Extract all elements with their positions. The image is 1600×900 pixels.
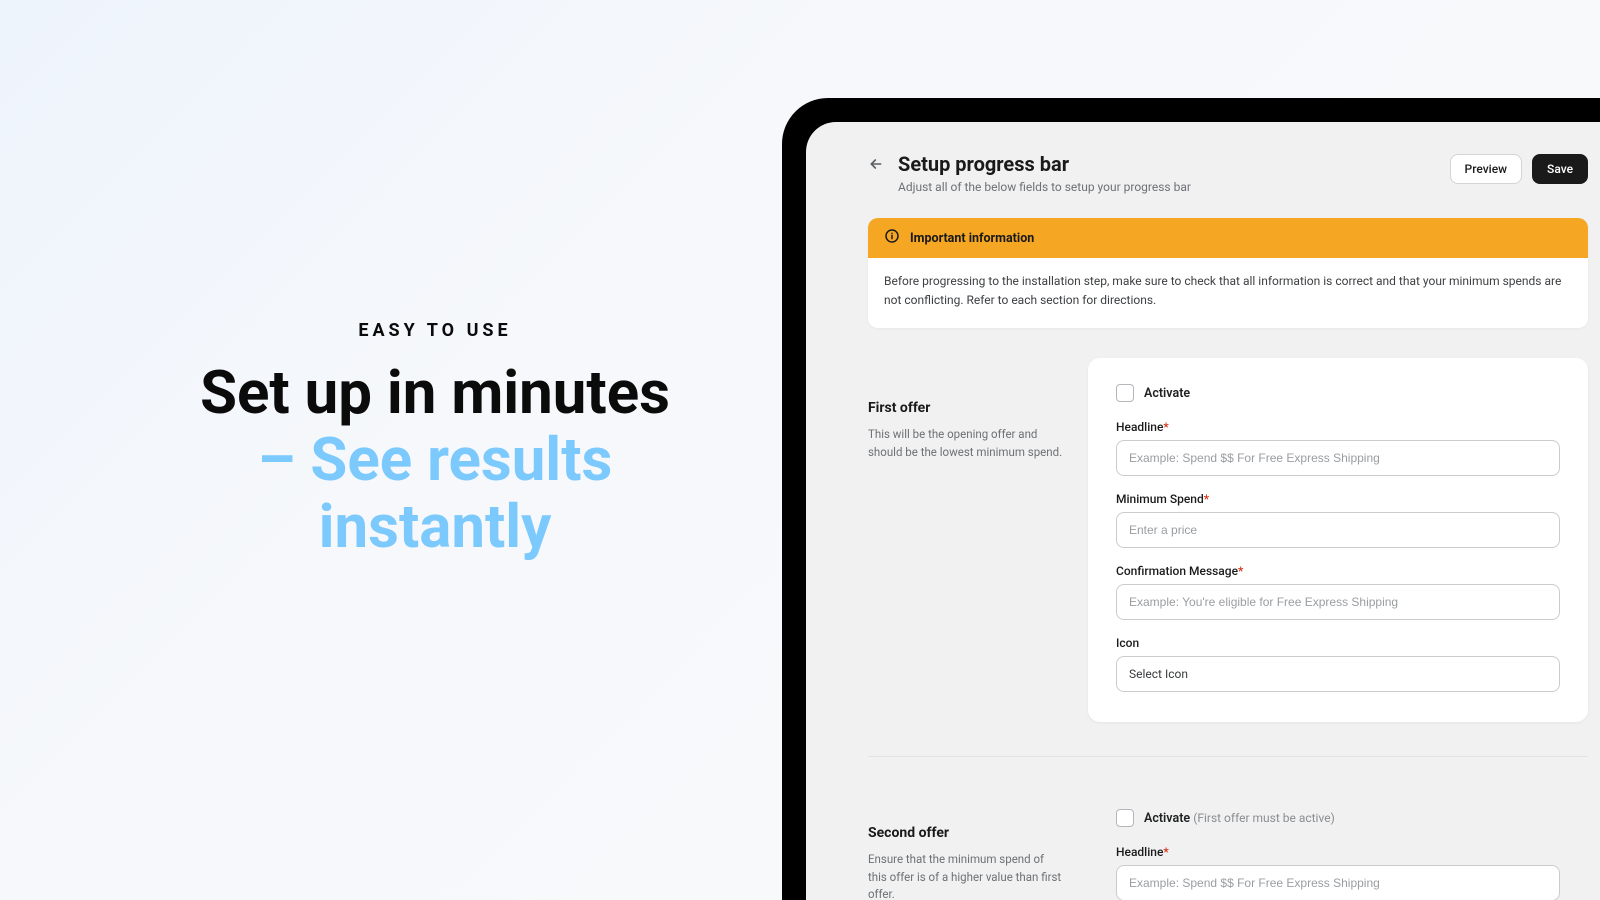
second-offer-activate-label: Activate (First offer must be active) bbox=[1144, 811, 1335, 826]
first-offer-minspend-input[interactable] bbox=[1116, 512, 1560, 548]
headline-line2: – See results instantly bbox=[258, 424, 613, 562]
first-offer-confirm-input[interactable] bbox=[1116, 584, 1560, 620]
second-offer-activate-checkbox[interactable] bbox=[1116, 809, 1134, 827]
info-icon bbox=[884, 228, 900, 248]
second-offer-title: Second offer bbox=[868, 825, 1064, 841]
first-offer-icon-select[interactable]: Select Icon bbox=[1116, 656, 1560, 692]
alert-body: Before progressing to the installation s… bbox=[868, 258, 1588, 328]
page-subtitle: Adjust all of the below fields to setup … bbox=[898, 180, 1436, 194]
first-offer-title: First offer bbox=[868, 400, 1064, 416]
icon-label: Icon bbox=[1116, 636, 1560, 650]
first-offer-desc: This will be the opening offer and shoul… bbox=[868, 426, 1064, 461]
eyebrow-text: EASY TO USE bbox=[165, 320, 705, 341]
second-offer-section: Second offer Ensure that the minimum spe… bbox=[868, 783, 1588, 900]
first-offer-activate-checkbox[interactable] bbox=[1116, 384, 1134, 402]
alert-title: Important information bbox=[910, 231, 1034, 246]
confirm-label: Confirmation Message* bbox=[1116, 564, 1560, 578]
headline-text: Set up in minutes – See results instantl… bbox=[165, 359, 705, 561]
second-offer-desc: Ensure that the minimum spend of this of… bbox=[868, 851, 1064, 900]
marketing-copy: EASY TO USE Set up in minutes – See resu… bbox=[165, 320, 705, 561]
preview-button[interactable]: Preview bbox=[1450, 154, 1523, 184]
page-header: Setup progress bar Adjust all of the bel… bbox=[868, 152, 1588, 194]
first-offer-activate-label: Activate bbox=[1144, 386, 1190, 401]
second-offer-headline-input[interactable] bbox=[1116, 865, 1560, 900]
page-title: Setup progress bar bbox=[898, 152, 1436, 176]
section-divider bbox=[868, 756, 1588, 757]
tablet-device: Setup progress bar Adjust all of the bel… bbox=[782, 98, 1600, 900]
minspend-label: Minimum Spend* bbox=[1116, 492, 1560, 506]
save-button[interactable]: Save bbox=[1532, 154, 1588, 184]
back-arrow-icon[interactable] bbox=[868, 156, 884, 172]
headline-label: Headline* bbox=[1116, 420, 1560, 434]
first-offer-headline-input[interactable] bbox=[1116, 440, 1560, 476]
important-info-alert: Important information Before progressing… bbox=[868, 218, 1588, 328]
second-headline-label: Headline* bbox=[1116, 845, 1560, 859]
headline-line1: Set up in minutes bbox=[200, 357, 670, 428]
first-offer-section: First offer This will be the opening off… bbox=[868, 358, 1588, 722]
